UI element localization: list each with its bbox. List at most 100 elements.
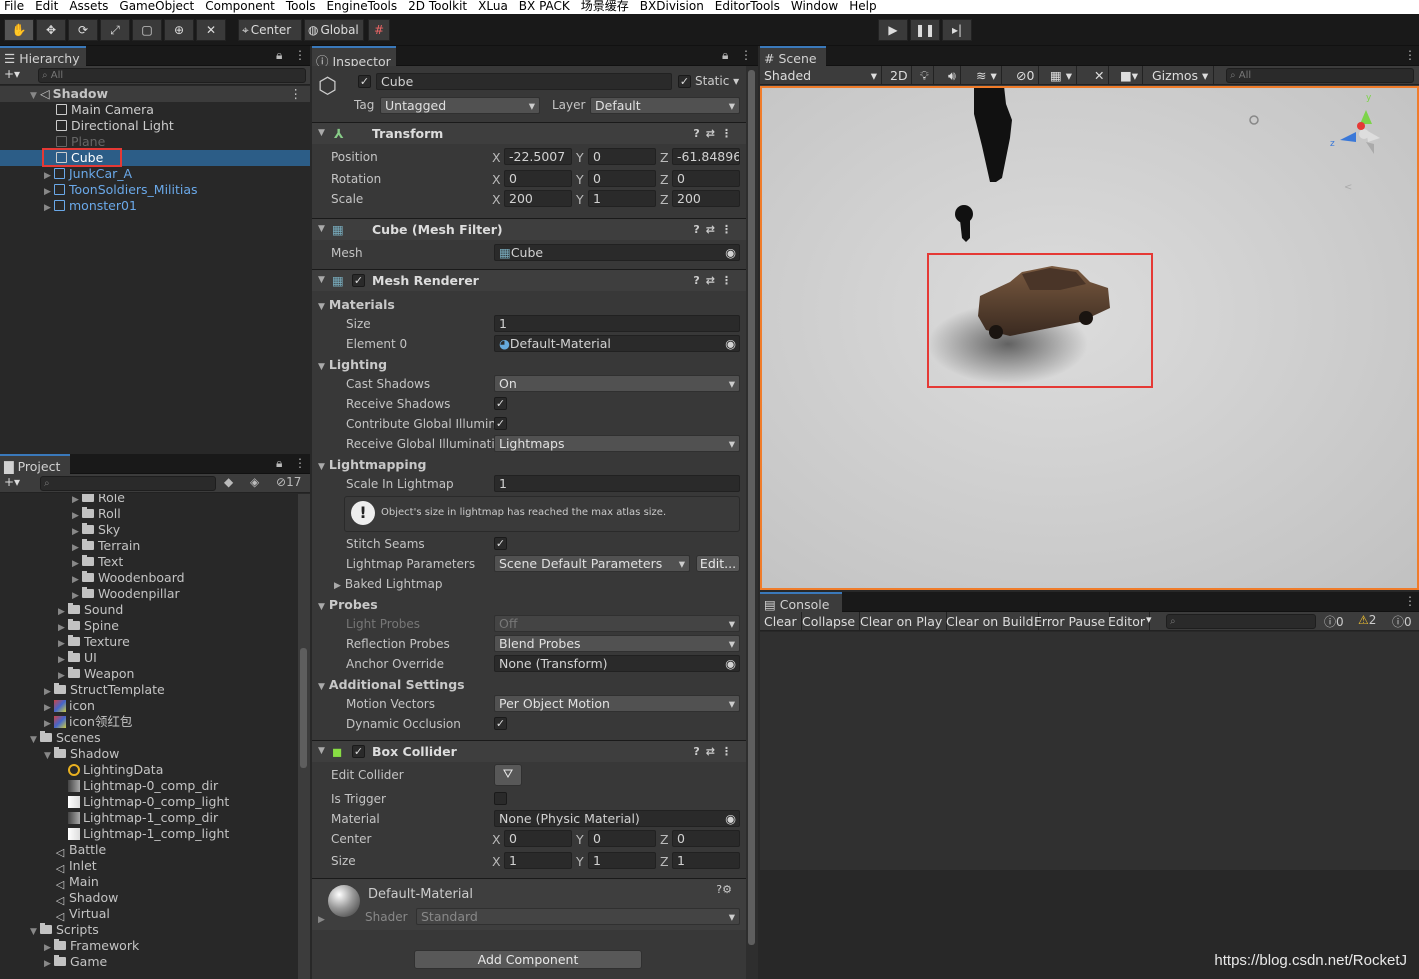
size-z-field[interactable]: 1: [672, 852, 740, 869]
filter-label-icon[interactable]: ◈: [250, 475, 259, 489]
project-item[interactable]: ▶ Woodenpillar: [0, 586, 298, 602]
hierarchy-item[interactable]: ▶ monster01: [0, 198, 310, 214]
hierarchy-search-input[interactable]: ⌕ All: [38, 68, 306, 83]
static-checkbox[interactable]: ✓: [678, 75, 691, 88]
position-z-field[interactable]: -61.84896: [672, 148, 740, 165]
scene-menu-icon[interactable]: ⋮: [290, 86, 303, 102]
box-collider-header[interactable]: ▼ ◼ ✓ Box Collider ?⇄⋮: [312, 740, 746, 762]
rotation-x-field[interactable]: 0: [504, 170, 572, 187]
collider-material-field[interactable]: None (Physic Material) ◉: [494, 810, 740, 827]
project-item[interactable]: Lightmap-1_comp_dir: [0, 810, 298, 826]
edit-collider-button[interactable]: ⛛: [494, 764, 522, 786]
center-z-field[interactable]: 0: [672, 830, 740, 847]
motion-vectors-dropdown[interactable]: Per Object Motion: [494, 695, 740, 712]
camera-dropdown[interactable]: ■▾: [1116, 66, 1144, 85]
object-picker-icon[interactable]: ◉: [725, 811, 736, 826]
menu-item[interactable]: File: [4, 0, 24, 12]
hierarchy-item[interactable]: Main Camera: [0, 102, 310, 118]
project-item[interactable]: Lightmap-0_comp_dir: [0, 778, 298, 794]
more-icon[interactable]: ⋮: [1404, 48, 1416, 62]
custom-tool-button[interactable]: ✕: [196, 19, 226, 41]
scroll-thumb[interactable]: [748, 70, 755, 945]
grid-toggle[interactable]: ▦ ▾: [1046, 66, 1078, 85]
dynamic-occlusion-checkbox[interactable]: ✓: [494, 717, 507, 730]
hierarchy-item[interactable]: ▶ JunkCar_A: [0, 166, 310, 182]
play-button[interactable]: ▶: [878, 19, 908, 41]
scale-x-field[interactable]: 200: [504, 190, 572, 207]
effects-dropdown[interactable]: ≋ ▾: [972, 66, 1002, 85]
hierarchy-item[interactable]: Directional Light: [0, 118, 310, 134]
center-y-field[interactable]: 0: [588, 830, 656, 847]
more-icon[interactable]: ⋮: [294, 48, 306, 62]
tag-dropdown[interactable]: Untagged: [380, 97, 540, 114]
layer-dropdown[interactable]: Default: [590, 97, 740, 114]
project-item[interactable]: ▶ Sky: [0, 522, 298, 538]
project-item[interactable]: ▶ Text: [0, 554, 298, 570]
project-item[interactable]: ◁ Main: [0, 874, 298, 891]
menu-item[interactable]: Tools: [286, 0, 316, 12]
scale-tool-button[interactable]: ⤢: [100, 19, 130, 41]
menu-item[interactable]: 场景缓存: [581, 0, 629, 12]
tab-project[interactable]: ▇ Project: [0, 454, 70, 474]
project-search-input[interactable]: ⌕: [40, 476, 216, 491]
object-picker-icon[interactable]: ◉: [725, 336, 736, 351]
grid-snap-button[interactable]: #: [368, 19, 390, 41]
move-tool-button[interactable]: ✥: [36, 19, 66, 41]
project-item[interactable]: Lightmap-0_comp_light: [0, 794, 298, 810]
console-error-pause-button[interactable]: Error Pause: [1030, 612, 1111, 631]
project-item[interactable]: Lightmap-1_comp_light: [0, 826, 298, 842]
hierarchy-item[interactable]: ▶ ToonSoldiers_Militias: [0, 182, 310, 198]
project-item[interactable]: ▶ Roll: [0, 506, 298, 522]
console-clear-on-play-button[interactable]: Clear on Play: [856, 612, 948, 631]
pause-button[interactable]: ❚❚: [910, 19, 940, 41]
receive-gi-dropdown[interactable]: Lightmaps: [494, 435, 740, 452]
inspector-scrollbar[interactable]: [746, 66, 758, 979]
toggle-2d-button[interactable]: 2D: [886, 66, 912, 85]
step-button[interactable]: ▸|: [942, 19, 972, 41]
mesh-field[interactable]: ▦Cube ◉: [494, 244, 740, 261]
rotate-tool-button[interactable]: ⟳: [68, 19, 98, 41]
tab-hierarchy[interactable]: ☰ Hierarchy: [0, 46, 86, 66]
project-item[interactable]: ▼ Shadow: [0, 746, 298, 762]
receive-shadows-checkbox[interactable]: ✓: [494, 397, 507, 410]
project-item[interactable]: ▶ Weapon: [0, 666, 298, 682]
scale-z-field[interactable]: 200: [672, 190, 740, 207]
project-item[interactable]: ▶ Game: [0, 954, 298, 970]
project-item[interactable]: ◁ Virtual: [0, 906, 298, 923]
console-search-input[interactable]: ⌕: [1166, 614, 1316, 629]
size-y-field[interactable]: 1: [588, 852, 656, 869]
rotation-y-field[interactable]: 0: [588, 170, 656, 187]
position-x-field[interactable]: -22.5007: [504, 148, 572, 165]
additional-settings-foldout[interactable]: ▼ Additional Settings: [318, 677, 465, 692]
lock-icon[interactable]: 🔒︎: [722, 48, 728, 63]
menu-item[interactable]: Assets: [69, 0, 108, 12]
menu-item[interactable]: Edit: [35, 0, 58, 12]
object-picker-icon[interactable]: ◉: [725, 656, 736, 671]
component-header-icons[interactable]: ?⇄⋮: [693, 219, 738, 240]
create-add-button[interactable]: +▾: [4, 67, 20, 81]
tab-scene[interactable]: # Scene: [760, 46, 826, 66]
object-name-field[interactable]: Cube: [376, 73, 672, 90]
scene-viewport[interactable]: y z <: [760, 86, 1419, 590]
shading-mode-dropdown[interactable]: Shaded ▾: [760, 66, 882, 85]
component-header-icons[interactable]: ?⇄⋮: [693, 270, 738, 291]
lighting-toggle[interactable]: 💡︎: [916, 66, 934, 85]
project-item[interactable]: ▶ Terrain: [0, 538, 298, 554]
project-item[interactable]: ▶ icon: [0, 698, 298, 714]
console-clear-on-build-button[interactable]: Clear on Build: [942, 612, 1039, 631]
menu-item[interactable]: 2D Toolkit: [408, 0, 467, 12]
expand-arrow-icon[interactable]: ▶: [318, 915, 325, 925]
rect-tool-button[interactable]: ▢: [132, 19, 162, 41]
info-count[interactable]: ⓘ0: [1324, 613, 1344, 630]
is-trigger-checkbox[interactable]: [494, 792, 507, 805]
more-icon[interactable]: ⋮: [1404, 594, 1416, 608]
project-item[interactable]: ▶ icon领红包: [0, 714, 298, 730]
scene-header[interactable]: ▼ ◁ Shadow ⋮: [0, 86, 310, 102]
menu-item[interactable]: BXDivision: [640, 0, 704, 12]
element0-field[interactable]: ◕Default-Material ◉: [494, 335, 740, 352]
menu-item[interactable]: Window: [791, 0, 838, 12]
mesh-renderer-header[interactable]: ▼ ▦ ✓ Mesh Renderer ?⇄⋮: [312, 269, 746, 291]
baked-lightmap-foldout[interactable]: ▶ Baked Lightmap: [334, 577, 442, 591]
menu-item[interactable]: GameObject: [119, 0, 194, 12]
project-item[interactable]: ◁ Inlet: [0, 858, 298, 875]
